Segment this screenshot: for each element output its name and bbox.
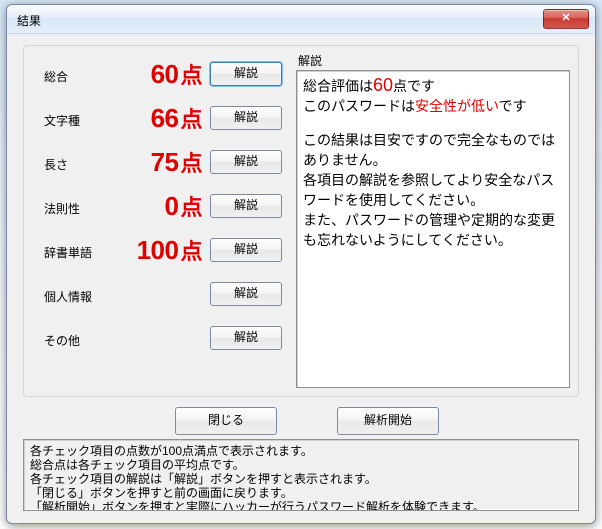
explain-button[interactable]: 解説: [210, 282, 282, 306]
score-value: 100点: [102, 234, 202, 266]
score-unit: 点: [180, 239, 202, 264]
explain-button[interactable]: 解説: [210, 150, 282, 174]
explain-block2-line1: この結果は目安ですので完全なものではありません。: [303, 130, 563, 170]
explain-textarea[interactable]: 総合評価は60点です このパスワードは安全性が低いです この結果は目安ですので完…: [296, 70, 570, 388]
score-label: 法則性: [44, 200, 100, 217]
explain-block2-line3: また、パスワードの管理や定期的な変更も忘れないようにしてください。: [303, 210, 563, 250]
footer-line1: 各チェック項目の点数が100点満点で表示されます。: [30, 444, 572, 458]
score-unit: 点: [180, 195, 202, 220]
score-row: その他 解説: [32, 322, 286, 366]
score-number: [200, 278, 202, 308]
start-analysis-button[interactable]: 解析開始: [337, 407, 439, 435]
score-value: 0点: [102, 190, 202, 222]
explain-header-label: 解説: [298, 52, 322, 69]
score-row: 総合60点解説: [32, 58, 286, 102]
score-label: その他: [44, 332, 100, 349]
explain-panel: 解説 総合評価は60点です このパスワードは安全性が低いです この結果は目安です…: [296, 52, 570, 388]
score-unit: 点: [180, 151, 202, 176]
explain-button[interactable]: 解説: [210, 194, 282, 218]
score-number: [200, 322, 202, 352]
footer-line4: 「閉じる」ボタンを押すと前の画面に戻ります。: [30, 486, 572, 500]
score-row: 文字種66点解説: [32, 102, 286, 146]
score-value: 60点: [102, 58, 202, 90]
close-icon[interactable]: ✕: [543, 9, 589, 29]
scores-column: 総合60点解説文字種66点解説長さ75点解説法則性0点解説辞書単語100点解説個…: [32, 58, 286, 366]
close-button[interactable]: 閉じる: [175, 407, 277, 435]
explain-button[interactable]: 解説: [210, 62, 282, 86]
explain-block2-line2: 各項目の解説を参照してより安全なパスワードを使用してください。: [303, 170, 563, 210]
explain-button[interactable]: 解説: [210, 326, 282, 350]
score-value: 75点: [102, 146, 202, 178]
score-row: 長さ75点解説: [32, 146, 286, 190]
score-unit: 点: [180, 63, 202, 88]
score-label: 長さ: [44, 156, 100, 173]
footer-line3: 各チェック項目の解説は「解説」ボタンを押すと表示されます。: [30, 472, 572, 486]
explain-line1-score: 60: [373, 75, 393, 95]
score-number: 66: [151, 103, 181, 133]
titlebar: 結果 ✕: [7, 5, 595, 34]
explain-line2-suffix: です: [499, 98, 527, 114]
score-value: [102, 322, 202, 353]
score-number: 60: [151, 59, 181, 89]
score-label: 個人情報: [44, 288, 100, 305]
main-group: 総合60点解説文字種66点解説長さ75点解説法則性0点解説辞書単語100点解説個…: [23, 45, 579, 397]
footer-line5: 「解析開始」ボタンを押すと実際にハッカーが行うパスワード解析を体験できます。: [30, 500, 572, 511]
score-number: 100: [137, 235, 181, 265]
footer-info-box[interactable]: 各チェック項目の点数が100点満点で表示されます。 総合点は各チェック項目の平均…: [23, 439, 579, 511]
score-value: 66点: [102, 102, 202, 134]
score-label: 総合: [44, 68, 100, 85]
score-row: 辞書単語100点解説: [32, 234, 286, 278]
window-title: 結果: [17, 12, 41, 29]
score-value: [102, 278, 202, 309]
score-unit: 点: [180, 107, 202, 132]
bottom-buttons-row: 閉じる 解析開始: [23, 403, 579, 437]
score-row: 法則性0点解説: [32, 190, 286, 234]
score-row: 個人情報 解説: [32, 278, 286, 322]
window: 結果 ✕ 総合60点解説文字種66点解説長さ75点解説法則性0点解説辞書単語10…: [6, 4, 596, 524]
explain-line1-prefix: 総合評価は: [303, 78, 373, 94]
explain-button[interactable]: 解説: [210, 106, 282, 130]
score-number: 0: [165, 191, 181, 221]
explain-line2-prefix: このパスワードは: [303, 98, 415, 114]
footer-line2: 総合点は各チェック項目の平均点です。: [30, 458, 572, 472]
explain-button[interactable]: 解説: [210, 238, 282, 262]
client-area: 総合60点解説文字種66点解説長さ75点解説法則性0点解説辞書単語100点解説個…: [15, 41, 587, 515]
score-number: 75: [151, 147, 181, 177]
explain-line2-warning: 安全性が低い: [415, 98, 499, 114]
explain-line1-suffix: 点です: [393, 78, 435, 94]
score-label: 辞書単語: [44, 244, 100, 261]
score-label: 文字種: [44, 112, 100, 129]
